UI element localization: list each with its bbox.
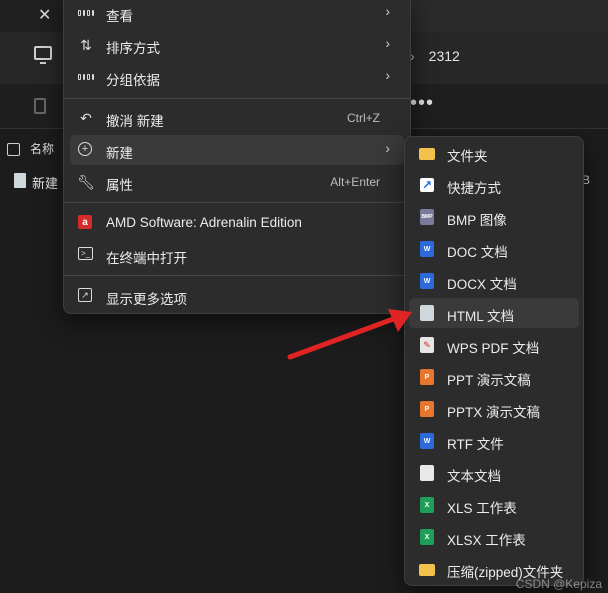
watermark: CSDN @Kepiza	[515, 577, 602, 591]
chevron-right-icon: ›	[385, 140, 390, 156]
xlsx-icon: X	[420, 529, 434, 545]
select-all-checkbox[interactable]	[7, 143, 20, 156]
submenu-item-label: DOCX 文档	[447, 277, 517, 292]
menu-item-label: 排序方式	[106, 41, 160, 56]
submenu-item-label: XLS 工作表	[447, 501, 517, 516]
shortcut-text: Ctrl+Z	[347, 111, 380, 125]
xls-icon: X	[420, 497, 434, 513]
submenu-item-label: 快捷方式	[447, 181, 501, 196]
context-menu: 查看 › ⇅ 排序方式 › 分组依据 › ↶ 撤消 新建 Ctrl+Z + 新建…	[63, 0, 411, 314]
menu-item-label: 查看	[106, 9, 133, 24]
txt-icon	[420, 465, 434, 481]
undo-icon: ↶	[80, 109, 92, 126]
breadcrumb[interactable]: › 2312	[410, 40, 460, 72]
more-commands-button[interactable]: •••	[410, 92, 434, 115]
submenu-item-bmp[interactable]: BMP BMP 图像	[409, 202, 579, 232]
shortcut-text: Alt+Enter	[330, 175, 380, 189]
group-icon	[78, 69, 94, 85]
html-icon	[420, 305, 434, 321]
chevron-right-icon: ›	[385, 3, 390, 19]
terminal-icon: >_	[78, 247, 93, 260]
submenu-item-text[interactable]: 文本文档	[409, 458, 579, 488]
paste-icon[interactable]	[34, 98, 46, 114]
zip-folder-icon	[419, 564, 435, 576]
menu-item-view[interactable]: 查看 ›	[70, 0, 404, 28]
menu-item-label: 新建	[106, 146, 133, 161]
submenu-item-ppt[interactable]: P PPT 演示文稿	[409, 362, 579, 392]
properties-wrench-icon: 🔧︎	[77, 173, 95, 190]
submenu-item-folder[interactable]: 文件夹	[409, 138, 579, 168]
menu-item-open-in-terminal[interactable]: >_ 在终端中打开	[70, 240, 404, 270]
submenu-item-label: DOC 文档	[447, 245, 508, 260]
menu-item-amd-software[interactable]: a AMD Software: Adrenalin Edition	[70, 208, 404, 238]
new-plus-icon: +	[78, 142, 92, 156]
menu-divider	[64, 275, 410, 276]
folder-icon	[419, 148, 435, 160]
column-header-name[interactable]: 名称	[30, 140, 54, 157]
more-options-icon: ↗	[78, 288, 92, 302]
submenu-item-label: 文件夹	[447, 149, 488, 164]
sort-icon: ⇅	[80, 36, 92, 53]
menu-item-label: AMD Software: Adrenalin Edition	[106, 215, 302, 230]
tab-strip	[410, 0, 608, 32]
submenu-item-shortcut[interactable]: ↗ 快捷方式	[409, 170, 579, 200]
submenu-item-rtf[interactable]: W RTF 文件	[409, 426, 579, 456]
submenu-item-wps-pdf[interactable]: ✎ WPS PDF 文档	[409, 330, 579, 360]
amd-icon: a	[78, 215, 92, 229]
breadcrumb-current-folder[interactable]: 2312	[429, 48, 460, 64]
submenu-item-label: HTML 文档	[447, 309, 514, 324]
chevron-right-icon: ›	[385, 35, 390, 51]
menu-divider	[64, 202, 410, 203]
submenu-item-html[interactable]: HTML 文档	[409, 298, 579, 328]
submenu-item-label: XLSX 工作表	[447, 533, 526, 548]
submenu-item-xlsx[interactable]: X XLSX 工作表	[409, 522, 579, 552]
view-grid-icon	[78, 5, 94, 21]
submenu-item-label: WPS PDF 文档	[447, 341, 540, 356]
submenu-item-label: RTF 文件	[447, 437, 504, 452]
pptx-icon: P	[420, 401, 434, 417]
menu-item-label: 显示更多选项	[106, 292, 187, 307]
submenu-item-label: 文本文档	[447, 469, 501, 484]
ppt-icon: P	[420, 369, 434, 385]
pdf-icon: ✎	[420, 337, 434, 353]
submenu-item-docx[interactable]: W DOCX 文档	[409, 266, 579, 296]
submenu-item-pptx[interactable]: P PPTX 演示文稿	[409, 394, 579, 424]
doc-icon: W	[420, 241, 434, 257]
menu-item-label: 属性	[106, 178, 133, 193]
menu-item-group-by[interactable]: 分组依据 ›	[70, 62, 404, 92]
shortcut-icon: ↗	[420, 178, 434, 192]
submenu-item-label: PPT 演示文稿	[447, 373, 531, 388]
docx-icon: W	[420, 273, 434, 289]
menu-item-label: 在终端中打开	[106, 251, 187, 266]
menu-item-show-more-options[interactable]: ↗ 显示更多选项	[70, 281, 404, 311]
rtf-icon: W	[420, 433, 434, 449]
menu-item-sort-by[interactable]: ⇅ 排序方式 ›	[70, 30, 404, 60]
submenu-item-doc[interactable]: W DOC 文档	[409, 234, 579, 264]
menu-item-label: 撤消 新建	[106, 114, 164, 129]
menu-item-properties[interactable]: 🔧︎ 属性 Alt+Enter	[70, 167, 404, 197]
html-file-icon	[14, 173, 26, 188]
file-item-name[interactable]: 新建	[32, 173, 58, 192]
menu-item-undo-new[interactable]: ↶ 撤消 新建 Ctrl+Z	[70, 103, 404, 133]
chevron-right-icon: ›	[385, 67, 390, 83]
submenu-item-xls[interactable]: X XLS 工作表	[409, 490, 579, 520]
submenu-item-label: BMP 图像	[447, 213, 507, 228]
menu-item-new[interactable]: + 新建 ›	[70, 135, 404, 165]
bmp-icon: BMP	[420, 209, 434, 225]
this-pc-icon[interactable]	[34, 46, 52, 64]
menu-divider	[64, 98, 410, 99]
tab-close-button[interactable]: ✕	[38, 5, 51, 25]
submenu-item-label: PPTX 演示文稿	[447, 405, 541, 420]
menu-item-label: 分组依据	[106, 73, 160, 88]
new-submenu: 文件夹 ↗ 快捷方式 BMP BMP 图像 W DOC 文档 W DOCX 文档…	[404, 136, 584, 586]
